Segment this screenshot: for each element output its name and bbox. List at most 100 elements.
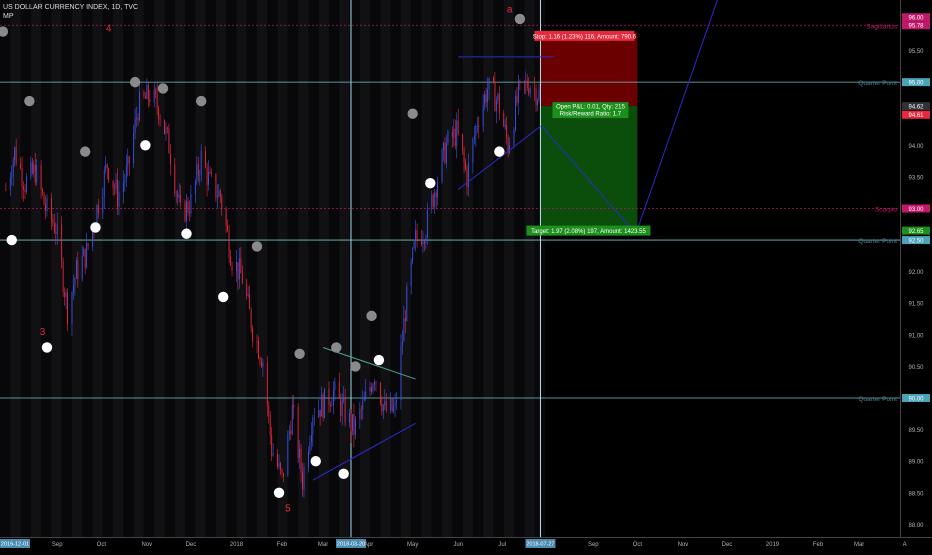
candle-body (293, 404, 295, 408)
weekly-band (41, 0, 52, 537)
candle-body (24, 189, 26, 193)
candle-body (493, 77, 494, 83)
candle-body (302, 472, 303, 490)
candle-body (441, 150, 443, 182)
candle-body (62, 261, 64, 293)
candle-body (260, 361, 262, 367)
candle-body (447, 131, 449, 144)
candle-body (146, 84, 148, 99)
candle-body (485, 93, 487, 103)
candle-body (189, 212, 190, 214)
level-price-label: 95.78 (908, 24, 924, 30)
candle-body (31, 162, 33, 173)
candle-body (309, 442, 311, 453)
candle-body (43, 193, 45, 205)
time-tick-label: Oct (97, 542, 107, 548)
time-axis[interactable]: 2016-12-01 Sep Oct Nov Dec 2018 Feb Mar 2018-03-… (0, 537, 932, 550)
candle-body (322, 394, 324, 419)
white-marker (181, 228, 192, 239)
candle-body (231, 265, 233, 271)
white-marker (494, 146, 505, 157)
candle-body (86, 243, 88, 268)
candle-body (118, 192, 120, 207)
weekly-band (30, 0, 42, 537)
candle-body (396, 400, 397, 403)
level-name: Sagittarius (866, 23, 897, 30)
price-chart[interactable]: Sagittarius Quarter Point Scorpio Quarter P… (0, 0, 932, 550)
wave-label: a (507, 5, 513, 16)
time-tick-label: Oct (633, 542, 643, 548)
white-marker (338, 468, 349, 480)
candle-body (103, 170, 105, 198)
level-price-label: 93.00 (908, 207, 924, 213)
weekly-band (431, 0, 443, 537)
price-marker-label: 92.65 (908, 229, 924, 235)
price-tick-label: 88.50 (908, 491, 924, 497)
candle-body (164, 119, 165, 134)
candle-body (155, 89, 157, 94)
candle-body (413, 241, 415, 249)
candle-body (178, 195, 180, 198)
candle-body (444, 142, 446, 163)
candle-body (112, 180, 114, 188)
white-marker (6, 234, 17, 246)
candle-body (262, 362, 264, 367)
candle-body (74, 278, 76, 286)
candle-body (525, 80, 527, 83)
candle-body (250, 308, 252, 329)
price-axis[interactable]: 88.00 88.50 89.00 89.50 90.00 90.50 91.00 91.50… (900, 0, 932, 537)
gray-marker (157, 83, 169, 94)
candle-body (349, 413, 350, 423)
weekly-band (102, 0, 114, 537)
candle-body (241, 273, 243, 284)
weekly-band (328, 0, 340, 537)
candle-body (350, 413, 352, 432)
candle-body (487, 89, 489, 103)
price-tick-label: 89.50 (908, 428, 924, 434)
candle-body (415, 230, 417, 242)
candle-body (482, 104, 484, 127)
weekly-band (411, 0, 422, 537)
candle-body (252, 328, 254, 342)
time-tick-label: Nov (142, 542, 153, 548)
white-marker (373, 354, 385, 366)
candle-body (421, 239, 422, 245)
candle-body (385, 400, 387, 411)
wave-label: 5 (285, 504, 291, 515)
candle-body (497, 93, 499, 101)
candle-body (136, 118, 138, 119)
risk-reward-label: Risk/Reward Ratio: 1.7 (560, 112, 622, 118)
candle-body (371, 387, 372, 392)
candle-body (328, 388, 330, 405)
weekly-band (113, 0, 124, 537)
weekly-band (514, 0, 525, 537)
candle-body (321, 394, 323, 417)
white-marker (218, 291, 229, 303)
candle-body (404, 318, 406, 322)
candle-body (498, 93, 500, 114)
candle-body (394, 402, 396, 407)
candle-body (139, 91, 140, 121)
time-tick-label: Feb (813, 542, 824, 548)
gray-marker (366, 310, 377, 322)
gray-marker (350, 361, 361, 372)
candle-body (422, 241, 424, 245)
candle-body (495, 100, 497, 112)
candle-body (473, 136, 475, 139)
candle-body (535, 88, 537, 106)
candle-body (153, 89, 155, 103)
candle-body (159, 119, 161, 120)
candle-body (393, 406, 395, 412)
candle-body (225, 209, 227, 226)
candle-body (354, 418, 356, 435)
candle-body (137, 118, 139, 121)
candle-body (25, 176, 27, 193)
candle-body (271, 434, 273, 456)
candle-body (432, 194, 434, 207)
candle-body (517, 80, 519, 103)
candle-body (5, 189, 7, 191)
time-tick-label: Sep (588, 542, 599, 548)
candle-body (42, 189, 44, 194)
candle-body (281, 469, 283, 473)
candle-body (228, 230, 230, 258)
